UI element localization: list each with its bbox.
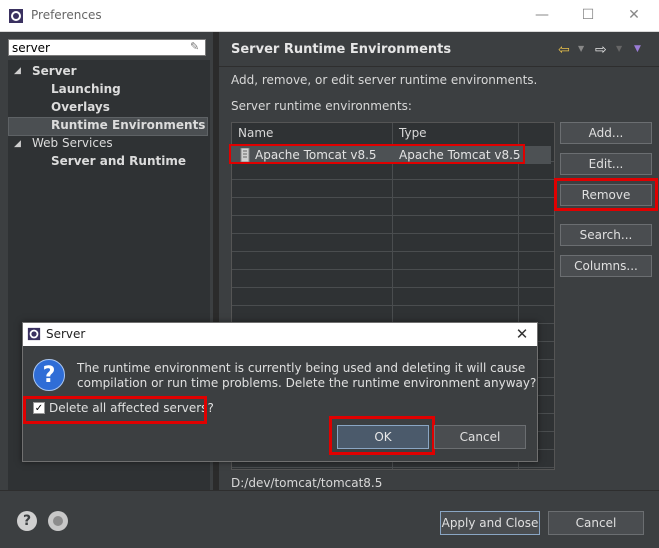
view-menu-icon[interactable]: ▼ <box>634 44 641 54</box>
edit-button[interactable]: Edit... <box>560 153 652 175</box>
dialog-message-line1: The runtime environment is currently bei… <box>77 361 526 375</box>
table-row <box>232 270 554 288</box>
collapse-arrow-icon[interactable]: ◢ <box>14 139 21 149</box>
page-title: Server Runtime Environments <box>231 42 452 57</box>
table-row <box>232 216 554 234</box>
tree-item-runtime-environments[interactable]: Runtime Environments <box>51 116 205 134</box>
back-arrow-icon[interactable]: ⇦ <box>558 42 570 58</box>
question-icon: ? <box>33 359 65 391</box>
tree-item-server[interactable]: Server <box>32 62 77 80</box>
dialog-message-line2: compilation or run time problems. Delete… <box>77 376 537 390</box>
table-row <box>232 252 554 270</box>
eraser-icon[interactable]: ✎ <box>190 40 204 54</box>
remove-highlight-box <box>554 178 658 211</box>
forward-dropdown-icon[interactable]: ▼ <box>616 44 622 53</box>
help-icon[interactable]: ? <box>17 511 37 531</box>
dialog-close-icon[interactable]: ✕ <box>512 325 532 343</box>
collapse-arrow-icon[interactable]: ◢ <box>14 66 21 76</box>
ok-highlight-box <box>329 416 435 455</box>
add-button-label: Add... <box>588 126 624 140</box>
tree-item-overlays[interactable]: Overlays <box>51 98 110 116</box>
search-button[interactable]: Search... <box>560 224 652 246</box>
table-row <box>232 198 554 216</box>
page-description: Add, remove, or edit server runtime envi… <box>231 73 538 87</box>
table-row <box>232 180 554 198</box>
eclipse-app-icon <box>9 9 23 23</box>
record-icon[interactable] <box>48 511 68 531</box>
add-button[interactable]: Add... <box>560 122 652 144</box>
eclipse-app-icon <box>27 327 41 341</box>
table-row <box>232 288 554 306</box>
dialog-cancel-button[interactable]: Cancel <box>434 425 526 449</box>
edit-button-label: Edit... <box>588 157 624 171</box>
search-button-label: Search... <box>579 228 633 242</box>
row-highlight-box <box>229 144 525 164</box>
filter-input[interactable]: server <box>8 39 206 56</box>
back-dropdown-icon[interactable]: ▼ <box>578 44 584 53</box>
columns-button-label: Columns... <box>574 259 638 273</box>
environments-label: Server runtime environments: <box>231 99 412 113</box>
forward-arrow-icon[interactable]: ⇨ <box>595 42 607 58</box>
window-title: Preferences <box>31 8 102 22</box>
tree-item-server-and-runtime[interactable]: Server and Runtime <box>51 152 186 170</box>
dialog-titlebar <box>23 323 537 346</box>
close-icon[interactable]: ✕ <box>614 4 654 26</box>
apply-and-close-button[interactable]: Apply and Close <box>440 511 540 535</box>
tree-item-launching[interactable]: Launching <box>51 80 121 98</box>
runtime-path: D:/dev/tomcat/tomcat8.5 <box>231 476 383 490</box>
columns-button[interactable]: Columns... <box>560 255 652 277</box>
cancel-button[interactable]: Cancel <box>548 511 644 535</box>
checkbox-highlight-box <box>23 396 207 424</box>
dialog-title: Server <box>46 327 86 341</box>
tree-item-web-services[interactable]: Web Services <box>32 134 113 152</box>
table-row <box>232 162 554 180</box>
maximize-icon[interactable]: ☐ <box>568 4 608 26</box>
minimize-icon[interactable]: — <box>522 4 562 26</box>
table-row <box>232 234 554 252</box>
